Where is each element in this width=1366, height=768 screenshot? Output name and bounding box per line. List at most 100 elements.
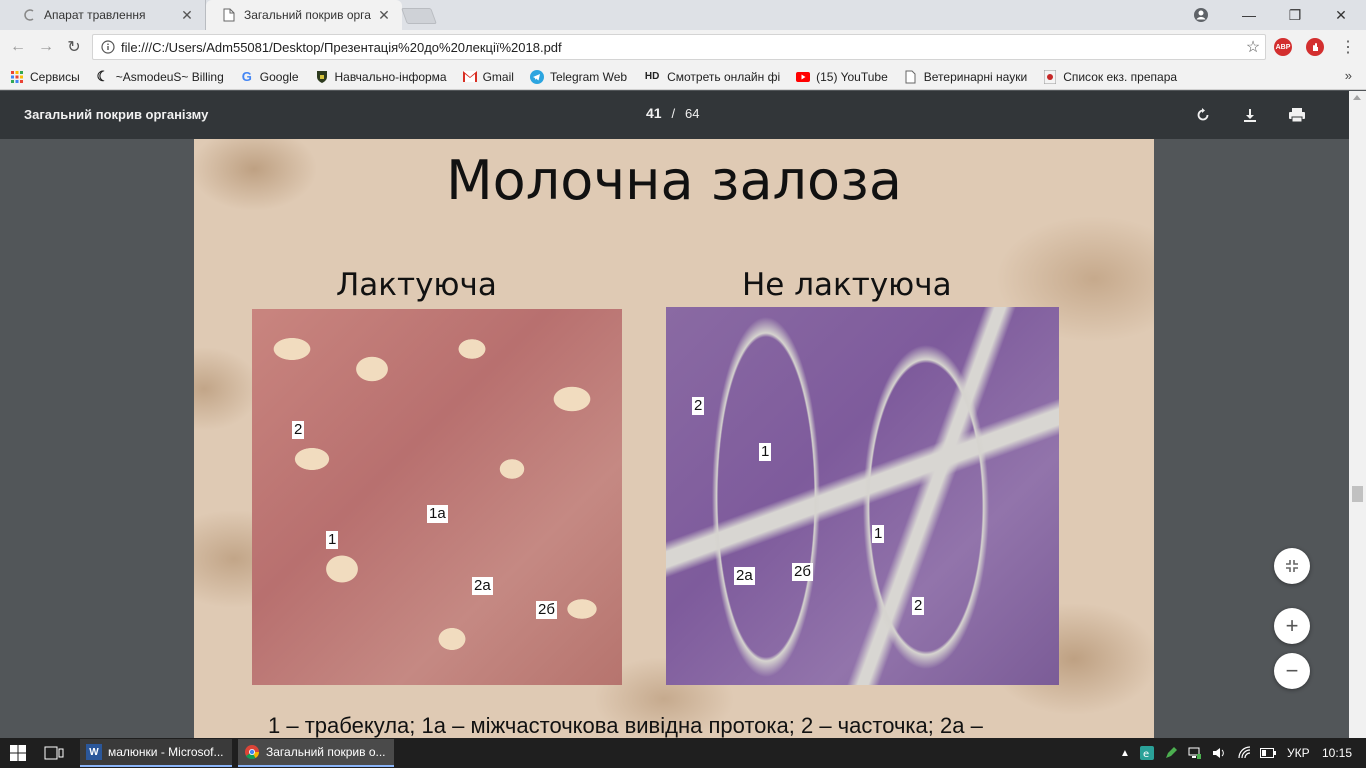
- bookmark-navchalno-informa[interactable]: Навчально-інформа: [315, 70, 447, 84]
- windows-start-icon[interactable]: [10, 738, 26, 768]
- micrograph-label: 2а: [734, 567, 755, 585]
- document-icon: [222, 8, 236, 22]
- show-hidden-icons[interactable]: ▲: [1120, 738, 1130, 768]
- total-pages: 64: [684, 106, 700, 121]
- vertical-scrollbar[interactable]: [1349, 91, 1366, 738]
- address-bar[interactable]: file:///C:/Users/Adm55081/Desktop/Презен…: [92, 34, 1266, 60]
- reload-icon[interactable]: ↻: [62, 35, 86, 59]
- tab-zahalnyi-pokryv[interactable]: Загальний покрив орга ✕: [206, 0, 402, 30]
- micrograph-non-lactating: 2 1 1 2а 2б 2: [666, 307, 1059, 685]
- pdf-title: Загальний покрив організму: [24, 107, 209, 122]
- menu-icon[interactable]: ⋮: [1336, 35, 1360, 59]
- bookmark-label: Сервисы: [30, 69, 80, 84]
- fit-to-page-icon[interactable]: [1274, 548, 1310, 584]
- micrograph-label: 1: [872, 525, 885, 543]
- more-bookmarks-icon[interactable]: »: [1345, 68, 1352, 83]
- micrograph-label: 2: [912, 597, 925, 615]
- bookmark-telegram-web[interactable]: Telegram Web: [529, 69, 628, 84]
- bookmark-youtube[interactable]: (15) YouTube: [796, 70, 888, 84]
- slide-title: Молочна залоза: [446, 149, 902, 212]
- taskbar-word-window[interactable]: W малюнки - Microsof...: [80, 739, 232, 767]
- close-tab-icon[interactable]: ✕: [376, 7, 392, 23]
- edge-tray-icon[interactable]: e: [1140, 738, 1154, 768]
- micrograph-label: 1а: [427, 505, 448, 523]
- bookmark-label: Список екз. препара: [1063, 69, 1178, 84]
- loading-icon: [22, 8, 36, 22]
- task-label: Загальний покрив о...: [266, 745, 386, 759]
- shield-logo-icon: [315, 70, 329, 84]
- rotate-icon[interactable]: [1191, 103, 1215, 127]
- bookmark-smotret-onlain[interactable]: HD Смотреть онлайн фі: [643, 70, 780, 84]
- bookmark-label: Gmail: [482, 69, 514, 84]
- url-text: file:///C:/Users/Adm55081/Desktop/Презен…: [121, 39, 562, 55]
- bookmark-spysok-ekz[interactable]: Список екз. препара: [1043, 69, 1178, 84]
- forward-icon[interactable]: →: [34, 35, 58, 59]
- micrograph-label: 2: [692, 397, 705, 415]
- bookmark-label: Ветеринарні науки: [923, 69, 1028, 84]
- c-logo-icon: ☾: [96, 68, 109, 84]
- windows-taskbar: W малюнки - Microsof... Загальний покрив…: [0, 738, 1366, 768]
- scroll-up-arrow[interactable]: [1353, 95, 1361, 100]
- micrograph-label: 2: [292, 421, 305, 439]
- new-tab-button[interactable]: [401, 8, 437, 24]
- hd-icon: HD: [644, 71, 660, 82]
- bookmark-label: ~AsmodeuS~ Billing: [115, 69, 224, 84]
- adblock-plus-icon[interactable]: ABP: [1274, 38, 1292, 56]
- bookmark-label: Навчально-інформа: [334, 69, 447, 84]
- page-separator: /: [671, 106, 676, 121]
- tab-title: Апарат травлення: [44, 8, 146, 22]
- network-tray-icon[interactable]: [1188, 738, 1202, 768]
- svg-text:e: e: [1143, 749, 1149, 760]
- battery-icon[interactable]: [1260, 738, 1276, 768]
- bookmark-google[interactable]: G Google: [240, 69, 299, 84]
- bookmark-star-icon[interactable]: ☆: [1241, 37, 1265, 57]
- bookmark-label: Google: [259, 69, 299, 84]
- bookmark-label: (15) YouTube: [816, 69, 888, 84]
- micrograph-label: 2а: [472, 577, 493, 595]
- right-subtitle: Не лактуюча: [742, 267, 952, 303]
- pen-tray-icon[interactable]: [1164, 738, 1178, 768]
- micrograph-lactating: 2 1а 1 2а 2б: [252, 309, 622, 685]
- micrograph-label: 1: [759, 443, 772, 461]
- taskbar-chrome-window[interactable]: Загальний покрив о...: [238, 739, 394, 767]
- download-icon[interactable]: [1238, 103, 1262, 127]
- volume-icon[interactable]: [1212, 738, 1226, 768]
- bookmark-veterynarni-nauky[interactable]: Ветеринарні науки: [904, 70, 1027, 84]
- tab-aparat-travlennya[interactable]: Апарат травлення ✕: [6, 0, 206, 30]
- google-icon: G: [241, 69, 252, 84]
- task-label: малюнки - Microsof...: [108, 745, 224, 759]
- info-icon[interactable]: [97, 40, 119, 54]
- adblock-icon[interactable]: [1306, 38, 1324, 56]
- task-view-icon[interactable]: [44, 738, 64, 768]
- word-icon: W: [86, 744, 102, 760]
- zoom-in-icon[interactable]: +: [1274, 608, 1310, 644]
- minimize-icon[interactable]: —: [1226, 0, 1272, 30]
- gmail-icon: [462, 70, 477, 84]
- close-tab-icon[interactable]: ✕: [179, 7, 195, 23]
- bookmark-gmail[interactable]: Gmail: [462, 69, 514, 84]
- profile-icon[interactable]: [1178, 0, 1224, 30]
- restore-icon[interactable]: ❐: [1272, 0, 1318, 30]
- apps-icon: [10, 70, 24, 84]
- pdf-viewer: Молочна залоза Лактуюча Не лактуюча 2 1а…: [0, 139, 1349, 738]
- bookmark-services[interactable]: Сервисы: [10, 70, 80, 84]
- scroll-thumb[interactable]: [1352, 486, 1363, 502]
- telegram-icon: [529, 69, 544, 84]
- bookmark-asmodeus-billing[interactable]: ☾ ~AsmodeuS~ Billing: [96, 68, 224, 84]
- print-icon[interactable]: [1285, 103, 1309, 127]
- close-window-icon[interactable]: ✕: [1318, 0, 1364, 30]
- micrograph-label: 2б: [536, 601, 557, 619]
- zoom-out-icon[interactable]: −: [1274, 653, 1310, 689]
- back-icon[interactable]: ←: [6, 35, 30, 59]
- micrograph-label: 1: [326, 531, 339, 549]
- tab-strip: Апарат травлення ✕ Загальний покрив орга…: [0, 0, 1366, 30]
- bookmark-label: Telegram Web: [549, 69, 628, 84]
- micrograph-label: 2б: [792, 563, 813, 581]
- slide-caption: 1 – трабекула; 1а – міжчасточкова вивідн…: [268, 713, 983, 738]
- language-indicator[interactable]: УКР: [1287, 738, 1310, 768]
- page-indicator: 41 / 64: [646, 105, 699, 121]
- slide-page: Молочна залоза Лактуюча Не лактуюча 2 1а…: [194, 139, 1154, 738]
- current-page[interactable]: 41: [646, 105, 662, 121]
- wifi-icon[interactable]: [1238, 738, 1252, 768]
- clock[interactable]: 10:15: [1322, 738, 1352, 768]
